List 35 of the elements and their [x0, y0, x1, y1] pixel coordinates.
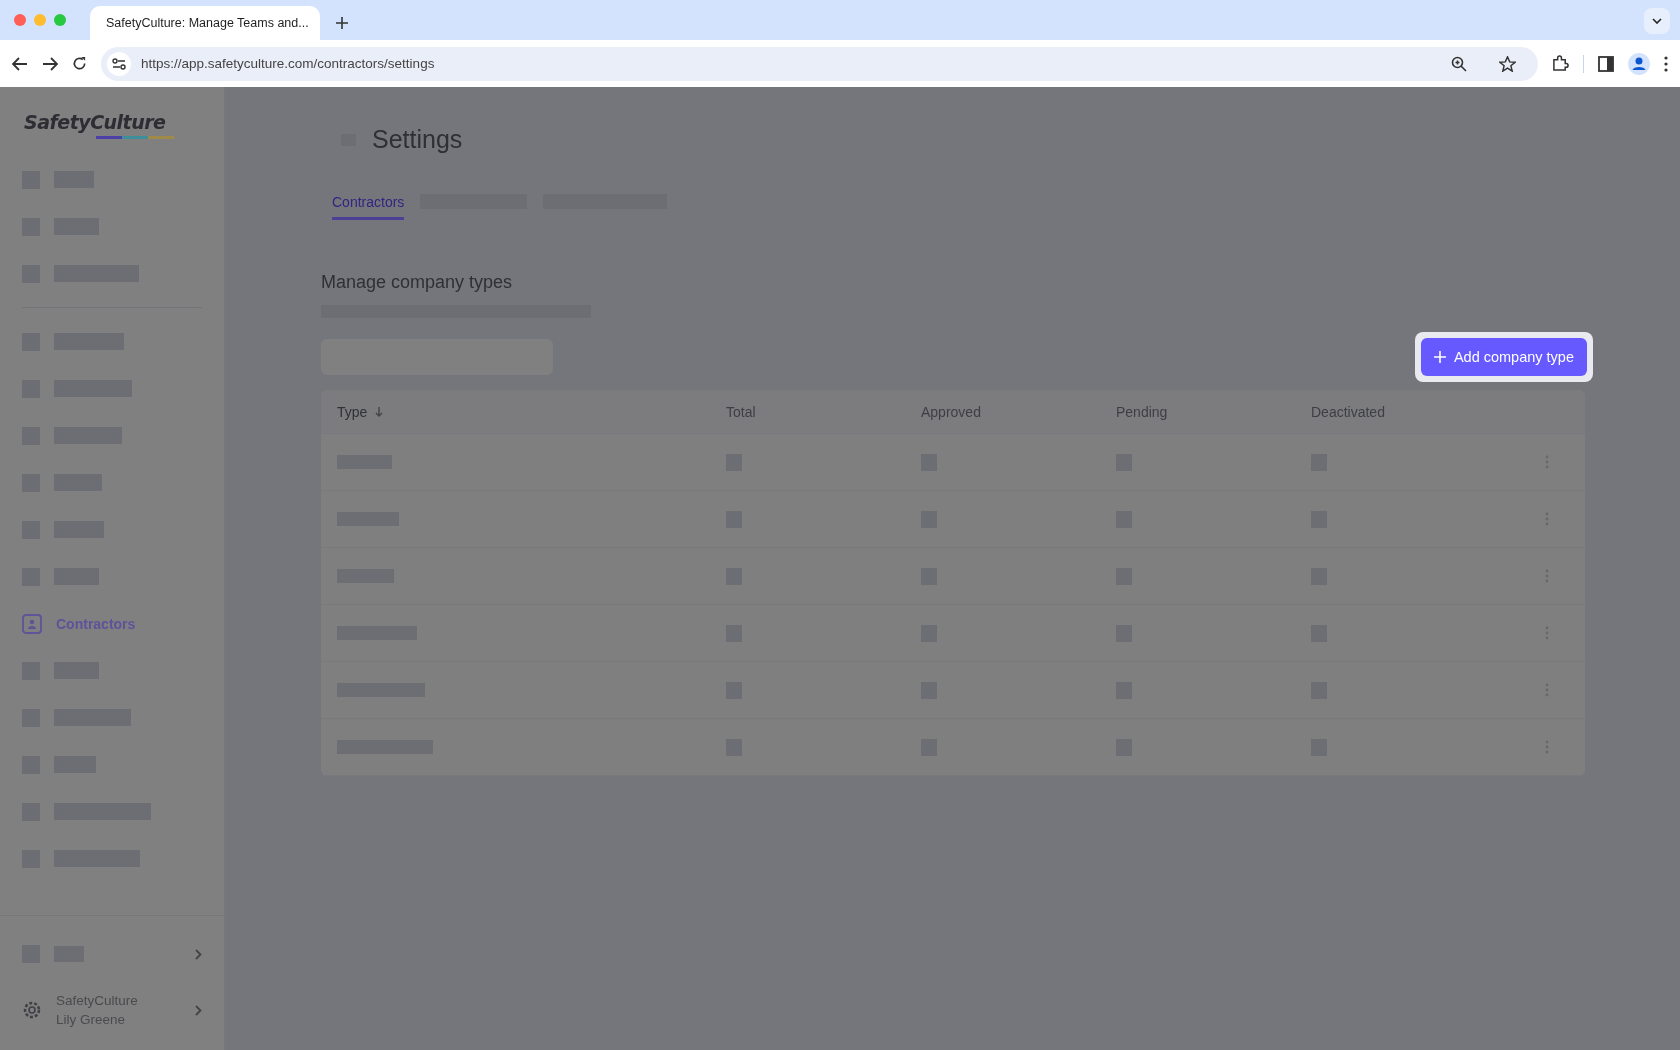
profile-icon[interactable] [1628, 52, 1650, 75]
section-title: Manage company types [321, 272, 514, 293]
logo: SafetyCulture [22, 109, 172, 140]
tab-title: SafetyCulture: Manage Teams and... [106, 16, 309, 30]
column-header[interactable]: Pending [1116, 403, 1168, 420]
gear-icon[interactable] [22, 1000, 42, 1020]
site-settings-icon[interactable] [112, 57, 126, 70]
close-window-icon[interactable] [14, 14, 26, 26]
column-header[interactable]: Total [726, 403, 756, 420]
extensions-icon[interactable] [1552, 55, 1569, 72]
page-title: Settings [372, 125, 463, 154]
column-header[interactable]: Deactivated [1311, 403, 1385, 420]
new-tab-icon[interactable] [336, 17, 348, 29]
browser-tab[interactable]: SafetyCulture: Manage Teams and... [90, 6, 320, 40]
star-icon[interactable] [1499, 55, 1516, 72]
add-company-type-button[interactable]: Add company type [1420, 338, 1587, 376]
tab-list-button[interactable] [1644, 8, 1670, 34]
column-header[interactable]: Type [337, 403, 368, 420]
minimize-window-icon[interactable] [34, 14, 46, 26]
forward-icon[interactable] [42, 56, 58, 71]
side-panel-icon[interactable] [1598, 55, 1614, 72]
more-icon[interactable] [1664, 55, 1668, 72]
back-icon[interactable] [12, 56, 28, 71]
address-bar[interactable]: https://app.safetyculture.com/contractors/settings [101, 46, 1538, 81]
tab[interactable]: Contractors [332, 194, 405, 220]
contractor-card-icon [22, 613, 42, 634]
reload-icon[interactable] [72, 56, 87, 71]
maximize-window-icon[interactable] [54, 14, 66, 26]
plus-icon [1433, 351, 1446, 363]
chevron-right-icon[interactable] [195, 1004, 202, 1016]
column-header[interactable]: Approved [921, 403, 981, 420]
sort-arrow-icon[interactable] [375, 406, 384, 417]
chevron-down-icon[interactable] [1652, 18, 1662, 24]
chevron-right-icon[interactable] [195, 948, 202, 960]
zoom-icon[interactable] [1451, 55, 1467, 72]
